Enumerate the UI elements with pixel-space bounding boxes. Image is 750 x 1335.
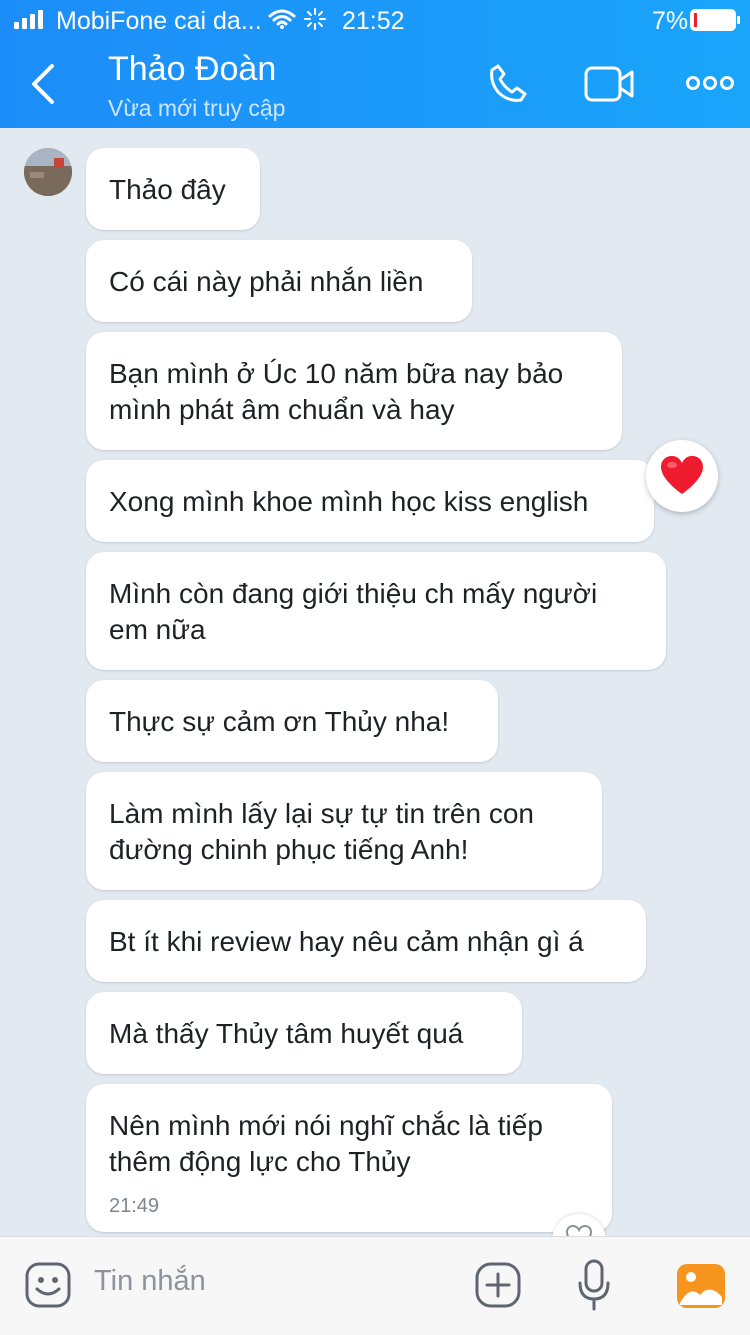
message-bubble[interactable]: Bạn mình ở Úc 10 năm bữa nay bảo mình ph… <box>86 332 622 450</box>
phone-call-icon[interactable] <box>488 62 530 104</box>
more-options-icon[interactable] <box>686 74 734 92</box>
contact-avatar[interactable] <box>24 148 72 196</box>
add-attachment-icon[interactable] <box>474 1261 522 1309</box>
last-seen-status: Vừa mới truy cập <box>108 95 286 121</box>
message-list[interactable]: Thảo đây Có cái này phải nhắn liền Bạn m… <box>0 128 750 1236</box>
loading-spinner-icon <box>304 8 326 30</box>
carrier-name: MobiFone cai da... <box>56 7 262 35</box>
sticker-icon[interactable] <box>24 1261 72 1309</box>
heart-icon <box>661 456 703 494</box>
message-bubble[interactable]: Làm mình lấy lại sự tự tin trên con đườn… <box>86 772 602 890</box>
message-bubble[interactable]: Mình còn đang giới thiệu ch mấy người em… <box>86 552 666 670</box>
heart-outline-icon <box>565 1224 593 1236</box>
message-bubble[interactable]: Thực sự cảm ơn Thủy nha! <box>86 680 498 762</box>
message-text: Có cái này phải nhắn liền <box>109 266 424 297</box>
message-bubble[interactable]: Thảo đây <box>86 148 260 230</box>
message-composer: Tin nhắn <box>0 1236 750 1335</box>
chat-header: MobiFone cai da... 21:52 7% Thảo Đoàn Vừ… <box>0 0 750 128</box>
status-bar: MobiFone cai da... 21:52 7% <box>0 0 750 40</box>
message-text: Mà thấy Thủy tâm huyết quá <box>109 1018 464 1049</box>
contact-name[interactable]: Thảo Đoàn <box>108 50 276 89</box>
signal-icon <box>14 10 43 29</box>
microphone-icon[interactable] <box>578 1259 610 1313</box>
message-bubble[interactable]: Mà thấy Thủy tâm huyết quá <box>86 992 522 1074</box>
message-bubble[interactable]: Bt ít khi review hay nêu cảm nhận gì á <box>86 900 646 982</box>
message-input[interactable]: Tin nhắn <box>94 1265 206 1298</box>
message-text: Thảo đây <box>109 174 226 205</box>
message-text: Bt ít khi review hay nêu cảm nhận gì á <box>109 926 584 957</box>
message-text: Nên mình mới nói nghĩ chắc là tiếp thêm … <box>109 1110 543 1177</box>
heart-reaction[interactable] <box>646 440 718 512</box>
message-text: Làm mình lấy lại sự tự tin trên con đườn… <box>109 798 534 865</box>
battery-icon <box>690 9 740 31</box>
message-text: Mình còn đang giới thiệu ch mấy người em… <box>109 578 598 645</box>
back-chevron-icon[interactable] <box>26 62 62 106</box>
status-time: 21:52 <box>342 7 405 35</box>
message-bubble[interactable]: Nên mình mới nói nghĩ chắc là tiếp thêm … <box>86 1084 612 1232</box>
message-bubble[interactable]: Có cái này phải nhắn liền <box>86 240 472 322</box>
wifi-icon <box>268 9 296 29</box>
message-text: Thực sự cảm ơn Thủy nha! <box>109 706 450 737</box>
message-bubble[interactable]: Xong mình khoe mình học kiss english <box>86 460 654 542</box>
message-text: Bạn mình ở Úc 10 năm bữa nay bảo mình ph… <box>109 358 564 425</box>
battery-percent: 7% <box>652 7 689 35</box>
gallery-icon[interactable] <box>676 1263 726 1309</box>
video-call-icon[interactable] <box>584 64 636 104</box>
message-text: Xong mình khoe mình học kiss english <box>109 486 589 517</box>
message-timestamp: 21:49 <box>109 1195 160 1217</box>
